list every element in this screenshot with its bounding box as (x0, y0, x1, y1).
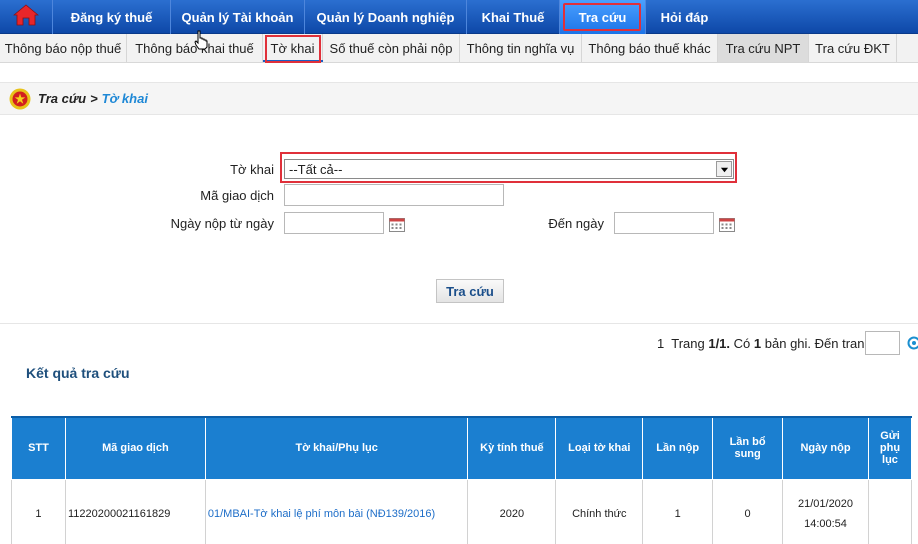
ngay-nop-tu-ngay-input[interactable] (284, 212, 384, 234)
cell-ngay-nop-time: 14:00:54 (804, 518, 847, 530)
sub-nav: Thông báo nộp thuế Thông báo khai thuế T… (0, 34, 918, 63)
pagination-ban-ghi-label: bản ghi. Đến trang (764, 336, 872, 351)
nav-item-quan-ly-doanh-nghiep[interactable]: Quản lý Doanh nghiệp (304, 0, 466, 34)
den-ngay-label: Đến ngày (548, 216, 604, 231)
cell-to-khai-link[interactable]: 01/MBAI-Tờ khai lệ phí môn bài (NĐ139/20… (204, 478, 469, 544)
hand-cursor-icon (193, 30, 209, 50)
breadcrumb-separator: > (90, 91, 98, 106)
calendar-icon[interactable] (719, 217, 735, 232)
tab-thong-bao-nop-thue[interactable]: Thông báo nộp thuế (0, 34, 127, 62)
pagination-current-page: 1 (657, 336, 665, 351)
cell-lan-nop: 1 (642, 478, 714, 544)
nav-item-quan-ly-tai-khoan[interactable]: Quản lý Tài khoản (170, 0, 304, 34)
pagination-page-ratio: 1/1. (708, 336, 731, 351)
pagination-record-count: 1 (753, 336, 762, 351)
top-nav: Đăng ký thuế Quản lý Tài khoản Quản lý D… (0, 0, 918, 34)
col-header-lan-nop: Lần nộp (642, 416, 714, 480)
tab-thong-tin-nghia-vu[interactable]: Thông tin nghĩa vụ (460, 34, 582, 62)
col-header-ngay-nop: Ngày nộp (782, 416, 869, 480)
nav-item-dang-ky-thue[interactable]: Đăng ký thuế (52, 0, 170, 34)
cell-ngay-nop-date: 21/01/2020 (797, 498, 854, 510)
to-khai-label: Tờ khai (230, 162, 274, 177)
pagination-co-label: Có (733, 336, 751, 351)
col-header-ky-tinh-thue: Kỳ tính thuế (467, 416, 557, 480)
col-header-to-khai-phu-luc: Tờ khai/Phụ lục (204, 416, 469, 480)
results-title: Kết quả tra cứu (26, 365, 130, 381)
col-header-stt: STT (11, 416, 66, 480)
cell-ngay-nop: 21/01/2020 14:00:54 (782, 478, 869, 544)
cell-gui-phu-luc[interactable] (867, 478, 913, 544)
table-row: 1 11220200021161829 01/MBAI-Tờ khai lệ p… (11, 478, 913, 544)
goto-page-input[interactable] (865, 331, 900, 355)
tab-so-thue-con-phai-nop[interactable]: Số thuế còn phải nộp (323, 34, 460, 62)
pagination-info: 1 Trang 1/1. Có 1 bản ghi. Đến trang (657, 336, 872, 351)
cell-ky-tinh-thue: 2020 (467, 478, 557, 544)
nav-item-khai-thue[interactable]: Khai Thuế (466, 0, 559, 34)
tab-thong-bao-thue-khac[interactable]: Thông báo thuế khác (582, 34, 718, 62)
nav-highlight-box (563, 3, 641, 31)
home-button[interactable] (0, 0, 52, 34)
col-header-loai-to-khai: Loại tờ khai (555, 416, 644, 480)
cell-loai-to-khai: Chính thức (555, 478, 644, 544)
cell-lan-bo-sung: 0 (712, 478, 784, 544)
cell-ma-giao-dich: 11220200021161829 (64, 478, 206, 544)
col-header-ma-giao-dich: Mã giao dịch (64, 416, 206, 480)
go-icon[interactable] (907, 336, 918, 350)
table-header-row: STT Mã giao dịch Tờ khai/Phụ lục Kỳ tính… (11, 416, 913, 480)
search-button[interactable]: Tra cứu (436, 279, 504, 303)
page: Đăng ký thuế Quản lý Tài khoản Quản lý D… (0, 0, 918, 544)
breadcrumb: Tra cứu > Tờ khai (0, 82, 918, 115)
results-table: STT Mã giao dịch Tờ khai/Phụ lục Kỳ tính… (11, 416, 913, 544)
national-emblem-icon (9, 88, 31, 110)
nav-item-hoi-dap[interactable]: Hỏi đáp (645, 0, 723, 34)
den-ngay-input[interactable] (614, 212, 714, 234)
col-header-gui-phu-luc: Gửi phụ lục (867, 416, 913, 480)
breadcrumb-parent[interactable]: Tra cứu (38, 91, 86, 106)
home-icon (12, 3, 40, 31)
section-divider (0, 323, 918, 324)
col-header-lan-bo-sung: Lần bổ sung (712, 416, 784, 480)
ngay-nop-label: Ngày nộp từ ngày (170, 216, 274, 231)
ma-giao-dich-input[interactable] (284, 184, 504, 206)
select-highlight-box (280, 152, 737, 183)
ma-giao-dich-label: Mã giao dịch (200, 188, 274, 203)
breadcrumb-current: Tờ khai (101, 91, 148, 106)
tab-tra-cuu-dkt[interactable]: Tra cứu ĐKT (809, 34, 897, 62)
cell-stt: 1 (11, 478, 66, 544)
calendar-icon[interactable] (389, 217, 405, 232)
tab-highlight-box (265, 35, 321, 63)
tab-tra-cuu-npt[interactable]: Tra cứu NPT (718, 34, 809, 62)
pagination-trang-label: Trang (671, 336, 705, 351)
